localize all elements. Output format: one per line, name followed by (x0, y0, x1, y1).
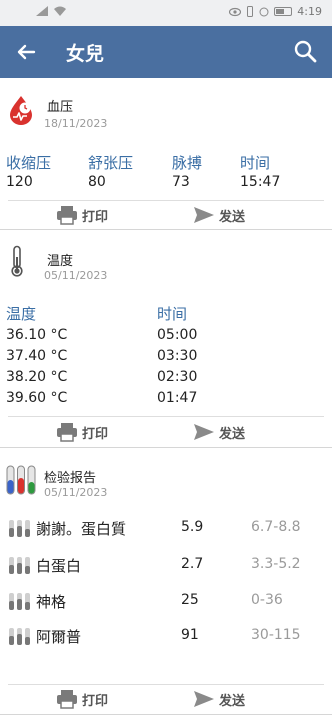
temp-col-time: 时间 (157, 305, 188, 323)
wifi-icon (54, 6, 66, 16)
vibrate-icon (247, 6, 254, 17)
page-title: 女兒 (66, 43, 105, 65)
temp-row-value: 39.60 °C (6, 390, 68, 406)
bp-print-button[interactable]: 打印 (56, 204, 108, 226)
bp-date: 18/11/2023 (44, 117, 108, 130)
status-time: 4:19 (297, 5, 322, 18)
bp-label-time: 时间 (240, 154, 271, 172)
lab-row-value: 25 (181, 592, 199, 608)
send-icon (194, 691, 214, 707)
temp-row-time: 01:47 (157, 390, 198, 406)
send-icon (194, 424, 214, 440)
temp-row-value: 36.10 °C (6, 327, 68, 343)
temp-row-time: 02:30 (157, 369, 198, 385)
lab-row-name: 謝謝。蛋白質 (36, 520, 127, 538)
bp-send-button[interactable]: 发送 (193, 204, 245, 226)
status-left (36, 6, 66, 16)
printer-icon (57, 206, 77, 225)
temp-col-temp: 温度 (6, 305, 37, 323)
bp-label-diastolic: 舒张压 (88, 154, 134, 172)
divider (8, 684, 324, 685)
send-label: 发送 (219, 693, 246, 709)
lab-row-value: 5.9 (181, 519, 204, 535)
bp-label-pulse: 脉搏 (172, 154, 203, 172)
bp-value-diastolic: 80 (88, 174, 106, 190)
lab-row-range: 6.7-8.8 (251, 519, 301, 535)
card-separator (0, 447, 332, 448)
temp-row-value: 38.20 °C (6, 369, 68, 385)
divider (8, 416, 324, 417)
lab-row-name: 阿爾普 (36, 628, 82, 646)
temp-title: 温度 (47, 254, 74, 269)
print-label: 打印 (82, 693, 109, 709)
temp-row-time: 03:30 (157, 348, 198, 364)
lab-send-button[interactable]: 发送 (193, 688, 245, 710)
temp-row-value: 37.40 °C (6, 348, 68, 364)
bp-label-systolic: 收缩压 (6, 154, 52, 172)
lab-row: 白蛋白 2.7 3.3-5.2 (0, 550, 332, 580)
status-bar: 4:19 (0, 0, 332, 26)
battery-icon (274, 7, 293, 16)
lab-row: 神格 25 0-36 (0, 586, 332, 616)
test-tubes-icon (6, 465, 36, 495)
temp-date: 05/11/2023 (44, 269, 108, 282)
tube-rack-icon (9, 628, 30, 645)
lab-row-range: 30-115 (251, 627, 301, 643)
lab-print-button[interactable]: 打印 (56, 688, 108, 710)
tube-rack-icon (9, 520, 30, 537)
temp-send-button[interactable]: 发送 (193, 421, 245, 443)
app-bar: 女兒 (0, 26, 332, 78)
lab-row-value: 2.7 (181, 556, 204, 572)
send-label: 发送 (219, 209, 246, 225)
bp-value-time: 15:47 (240, 174, 281, 190)
eye-icon (229, 7, 242, 16)
bp-title: 血压 (47, 100, 74, 115)
print-label: 打印 (82, 426, 109, 442)
printer-icon (57, 690, 77, 709)
tube-rack-icon (9, 593, 30, 610)
signal-icon (36, 6, 48, 16)
lab-row-range: 3.3-5.2 (251, 556, 301, 572)
lab-row: 謝謝。蛋白質 5.9 6.7-8.8 (0, 513, 332, 543)
alarm-icon (259, 7, 269, 16)
printer-icon (57, 423, 77, 442)
lab-row-name: 白蛋白 (36, 557, 82, 575)
lab-row-range: 0-36 (251, 592, 283, 608)
print-label: 打印 (82, 209, 109, 225)
divider (8, 200, 324, 201)
lab-title: 检验报告 (44, 471, 97, 486)
tube-rack-icon (9, 557, 30, 574)
send-icon (194, 207, 214, 223)
card-separator (0, 229, 332, 230)
arrow-left-icon[interactable] (12, 38, 40, 66)
status-right: 4:19 (229, 5, 322, 18)
temp-print-button[interactable]: 打印 (56, 421, 108, 443)
lab-row: 阿爾普 91 30-115 (0, 621, 332, 651)
send-label: 发送 (219, 426, 246, 442)
lab-date: 05/11/2023 (44, 486, 108, 499)
search-icon[interactable] (292, 38, 320, 66)
bp-value-systolic: 120 (6, 174, 33, 190)
bp-value-pulse: 73 (172, 174, 190, 190)
temp-row-time: 05:00 (157, 327, 198, 343)
thermometer-icon (11, 245, 23, 277)
lab-row-value: 91 (181, 627, 199, 643)
lab-row-name: 神格 (36, 593, 67, 611)
card-separator (0, 714, 332, 715)
blood-drop-icon (10, 96, 32, 125)
